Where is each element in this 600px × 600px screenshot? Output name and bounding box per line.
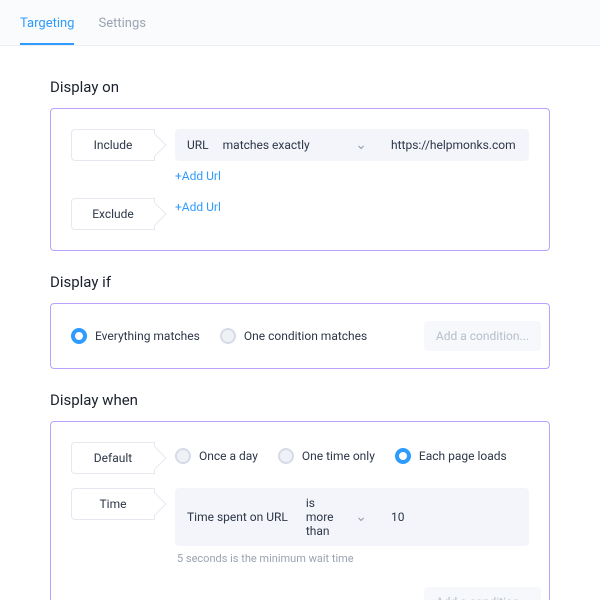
- radio-label: One condition matches: [244, 329, 367, 343]
- radio-each-page-loads[interactable]: Each page loads: [395, 448, 507, 464]
- radio-label: Once a day: [199, 449, 258, 463]
- chevron-down-icon: ⌄: [345, 509, 377, 525]
- section-title-display-when: Display when: [50, 391, 550, 409]
- radio-label: Each page loads: [419, 449, 507, 463]
- tab-targeting[interactable]: Targeting: [20, 16, 74, 45]
- chevron-down-icon: ⌄: [345, 137, 377, 153]
- radio-label: Everything matches: [95, 329, 200, 343]
- url-value-input[interactable]: https://helpmonks.com: [377, 138, 517, 152]
- tag-exclude: Exclude: [71, 198, 155, 230]
- radio-dot-icon: [278, 448, 294, 464]
- radio-label: One time only: [302, 449, 375, 463]
- radio-dot-icon: [395, 448, 411, 464]
- radio-dot-icon: [220, 328, 236, 344]
- tab-bar: Targeting Settings: [0, 0, 600, 46]
- radio-one-condition-matches[interactable]: One condition matches: [220, 328, 367, 344]
- tab-settings[interactable]: Settings: [98, 16, 145, 45]
- panel-display-if: Everything matches One condition matches…: [50, 303, 550, 369]
- radio-once-a-day[interactable]: Once a day: [175, 448, 258, 464]
- time-metric-label: Time spent on URL: [187, 510, 306, 524]
- url-field-label: URL: [187, 138, 223, 152]
- add-condition-button[interactable]: Add a condition...: [424, 587, 541, 600]
- add-url-include-link[interactable]: +Add Url: [175, 169, 221, 183]
- time-op-select[interactable]: is more than: [306, 496, 345, 538]
- add-url-exclude-link[interactable]: +Add Url: [175, 200, 221, 214]
- tag-default: Default: [71, 442, 155, 474]
- time-value-input[interactable]: 10: [377, 510, 517, 524]
- url-match-mode-select[interactable]: matches exactly: [223, 138, 346, 152]
- section-title-display-on: Display on: [50, 78, 550, 96]
- tag-time: Time: [71, 488, 155, 520]
- tag-include: Include: [71, 129, 155, 161]
- time-rule: Time spent on URL is more than ⌄ 10: [175, 488, 529, 546]
- radio-everything-matches[interactable]: Everything matches: [71, 328, 200, 344]
- radio-dot-icon: [175, 448, 191, 464]
- panel-display-on: Include URL matches exactly ⌄ https://he…: [50, 108, 550, 251]
- add-condition-button[interactable]: Add a condition...: [424, 321, 541, 351]
- display-when-default-options: Once a day One time only Each page loads: [175, 442, 529, 464]
- section-title-display-if: Display if: [50, 273, 550, 291]
- radio-one-time-only[interactable]: One time only: [278, 448, 375, 464]
- radio-dot-icon: [71, 328, 87, 344]
- time-helper-text: 5 seconds is the minimum wait time: [175, 552, 529, 565]
- panel-display-when: Default Once a day One time only: [50, 421, 550, 600]
- include-url-rule: URL matches exactly ⌄ https://helpmonks.…: [175, 129, 529, 161]
